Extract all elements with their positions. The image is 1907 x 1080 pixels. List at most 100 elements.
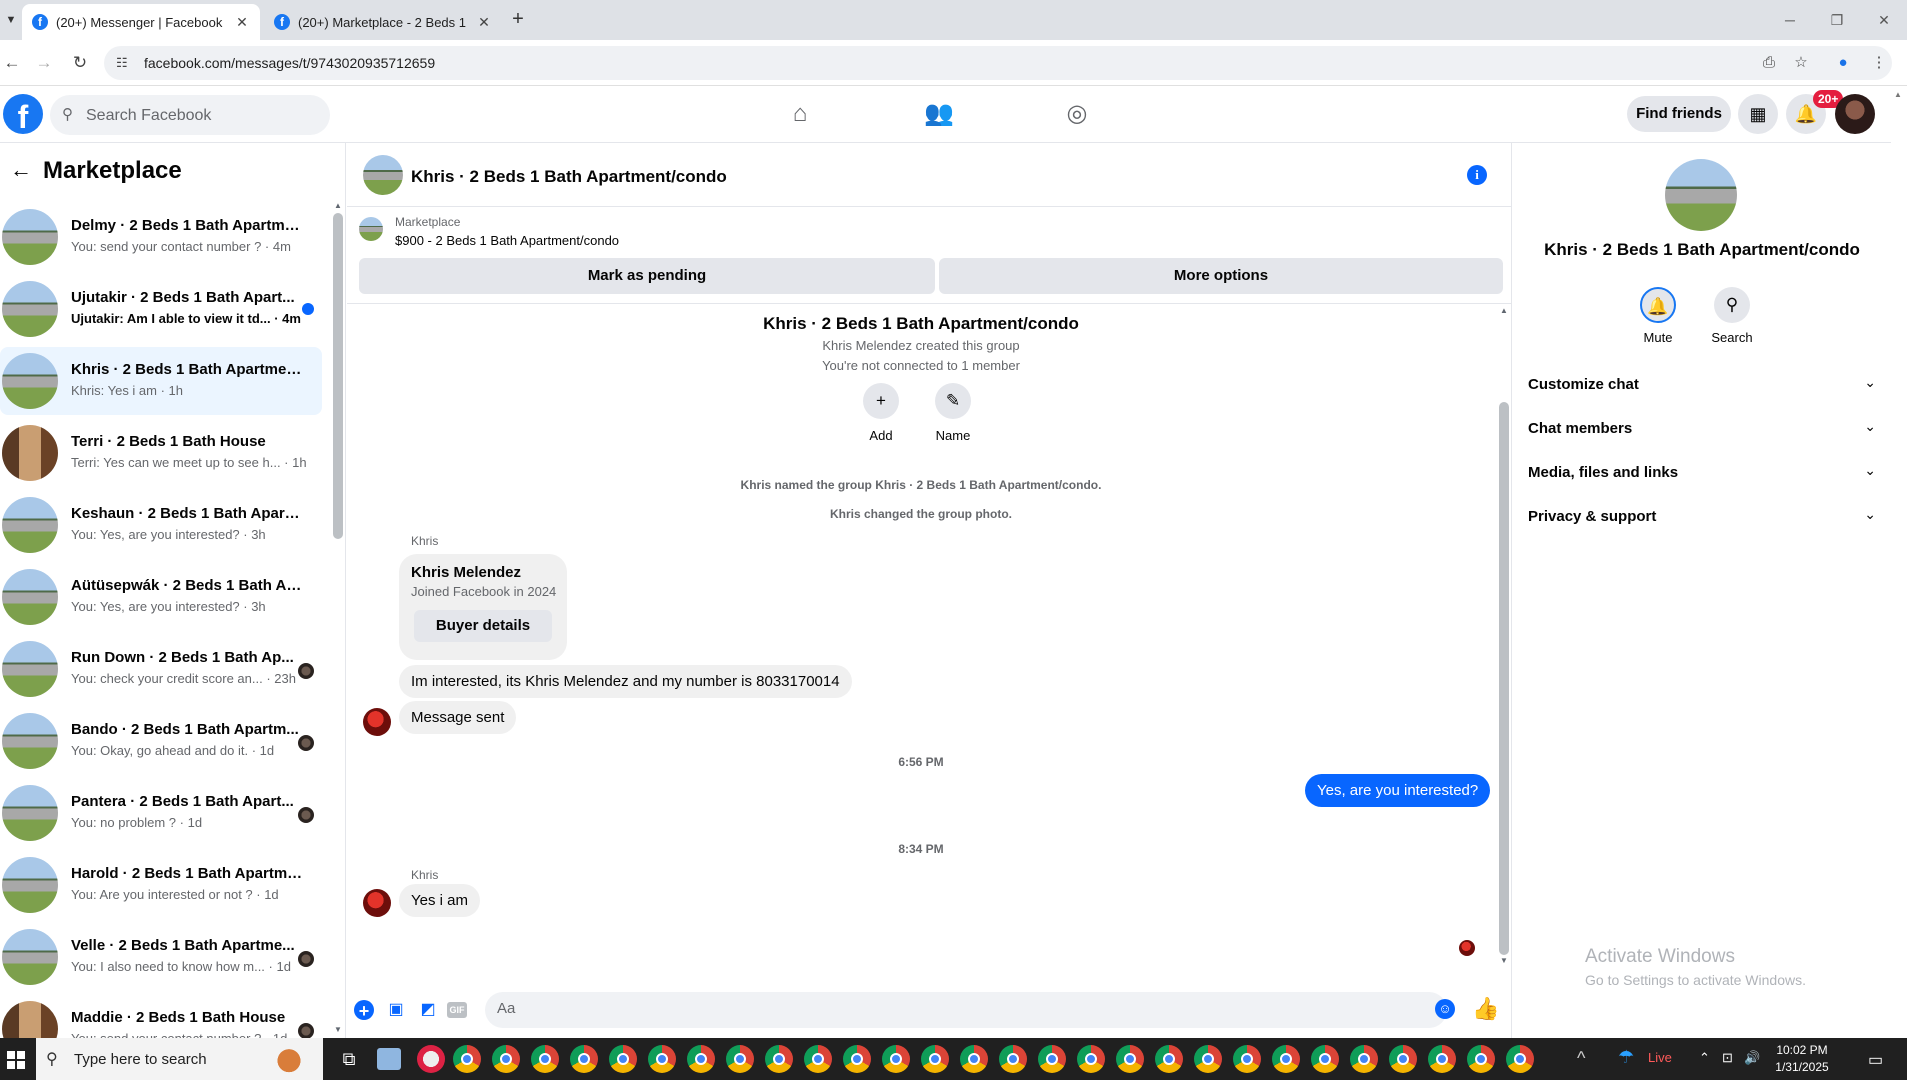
chrome-taskbar-icon[interactable]	[1506, 1045, 1534, 1073]
chrome-taskbar-icon[interactable]	[453, 1045, 481, 1073]
sender-avatar[interactable]	[363, 708, 391, 736]
notepad-icon[interactable]	[377, 1048, 401, 1070]
chat-title[interactable]: Khris · 2 Beds 1 Bath Apartment/condo	[411, 167, 727, 187]
profile-icon[interactable]: ●	[1832, 52, 1854, 74]
menu-grid-icon[interactable]: ▦	[1738, 94, 1778, 134]
conversation-item[interactable]: Khris · 2 Beds 1 Bath Apartment... Khris:…	[0, 347, 322, 415]
my-message-bubble[interactable]: Yes, are you interested?	[1305, 774, 1491, 807]
windows-start-icon[interactable]	[0, 1038, 36, 1080]
scroll-up-icon[interactable]: ▲	[1497, 306, 1511, 315]
chrome-taskbar-icon[interactable]	[960, 1045, 988, 1073]
scroll-up-icon[interactable]: ▲	[332, 201, 344, 210]
chat-avatar[interactable]	[363, 155, 403, 195]
close-tab-icon[interactable]: ✕	[234, 14, 250, 31]
plus-icon[interactable]: +	[354, 1000, 374, 1021]
message-input[interactable]	[497, 1000, 1397, 1017]
chrome-taskbar-icon[interactable]	[1389, 1045, 1417, 1073]
details-avatar[interactable]	[1665, 159, 1737, 231]
taskbar-search[interactable]: ⚲ Type here to search	[36, 1038, 323, 1080]
task-view-icon[interactable]: ⧉	[335, 1045, 363, 1073]
sender-avatar[interactable]	[363, 889, 391, 917]
conversation-item[interactable]: Ujutakir · 2 Beds 1 Bath Apart... Ujutaki…	[0, 275, 322, 343]
thread-scrollbar[interactable]: ▲ ▼	[1497, 304, 1511, 969]
find-friends-button[interactable]: Find friends	[1627, 96, 1731, 132]
kebab-menu-icon[interactable]: ⋮	[1868, 52, 1890, 74]
emoji-icon[interactable]: ☺	[1435, 999, 1455, 1019]
chrome-taskbar-icon[interactable]	[882, 1045, 910, 1073]
chrome-taskbar-icon[interactable]	[1038, 1045, 1066, 1073]
chrome-taskbar-icon[interactable]	[804, 1045, 832, 1073]
conversation-item[interactable]: Delmy · 2 Beds 1 Bath Apartmen... You: se…	[0, 203, 322, 271]
conversation-item[interactable]: Run Down · 2 Beds 1 Bath Ap... You: check…	[0, 635, 322, 703]
conversation-item[interactable]: Maddie · 2 Beds 1 Bath House You: send yo…	[0, 995, 322, 1038]
scroll-up-icon[interactable]: ▲	[1894, 90, 1902, 99]
chrome-taskbar-icon[interactable]	[999, 1045, 1027, 1073]
taskbar-search-placeholder[interactable]: Type here to search	[74, 1051, 207, 1068]
chrome-taskbar-icon[interactable]	[843, 1045, 871, 1073]
home-icon[interactable]: ⌂	[784, 98, 816, 130]
listing-banner[interactable]: Marketplace $900 - 2 Beds 1 Bath Apartme…	[347, 207, 1511, 251]
reload-icon[interactable]: ↻	[68, 51, 92, 75]
buyer-details-button[interactable]: Buyer details	[414, 610, 552, 642]
add-person-icon[interactable]: +	[863, 383, 899, 419]
url-text[interactable]: facebook.com/messages/t/9743020935712659	[144, 55, 435, 71]
message-bubble[interactable]: Im interested, its Khris Melendez and my…	[399, 665, 852, 698]
message-input-field[interactable]	[485, 992, 1447, 1028]
scroll-down-icon[interactable]: ▼	[1497, 956, 1511, 965]
chrome-taskbar-icon[interactable]	[1428, 1045, 1456, 1073]
sticker-icon[interactable]: ◩	[416, 998, 440, 1022]
page-scrollbar[interactable]: ▲	[1891, 86, 1907, 1038]
thumbs-up-icon[interactable]: 👍	[1472, 996, 1499, 1022]
search-icon[interactable]: ⚲	[1714, 287, 1750, 323]
chrome-taskbar-icon[interactable]	[1311, 1045, 1339, 1073]
chrome-taskbar-icon[interactable]	[492, 1045, 520, 1073]
address-bar[interactable]: ☷ facebook.com/messages/t/97430209357126…	[104, 46, 1892, 80]
chrome-taskbar-icon[interactable]	[1350, 1045, 1378, 1073]
bookmark-star-icon[interactable]: ☆	[1790, 52, 1812, 74]
chrome-taskbar-icon[interactable]	[1467, 1045, 1495, 1073]
conversation-item[interactable]: Pantera · 2 Beds 1 Bath Apart... You: no …	[0, 779, 322, 847]
bell-icon[interactable]: 🔔	[1640, 287, 1676, 323]
chrome-taskbar-icon[interactable]	[1116, 1045, 1144, 1073]
notification-center-icon[interactable]: ▭	[1868, 1050, 1883, 1070]
chrome-taskbar-icon[interactable]	[531, 1045, 559, 1073]
chrome-taskbar-icon[interactable]	[765, 1045, 793, 1073]
tab-messenger[interactable]: f (20+) Messenger | Facebook ✕	[22, 4, 260, 40]
chrome-taskbar-icon[interactable]	[570, 1045, 598, 1073]
conversation-item[interactable]: Velle · 2 Beds 1 Bath Apartme... You: I a…	[0, 923, 322, 991]
search-placeholder[interactable]: Search Facebook	[86, 107, 211, 125]
chrome-taskbar-icon[interactable]	[648, 1045, 676, 1073]
chrome-taskbar-icon[interactable]	[687, 1045, 715, 1073]
conversation-item[interactable]: Keshaun · 2 Beds 1 Bath Apartm... You: Ye…	[0, 491, 322, 559]
minimize-icon[interactable]: ─	[1767, 8, 1813, 32]
chrome-taskbar-icon[interactable]	[726, 1045, 754, 1073]
close-window-icon[interactable]: ✕	[1861, 8, 1907, 32]
photo-icon[interactable]: ▣	[384, 998, 408, 1022]
message-bubble[interactable]: Message sent	[399, 701, 517, 734]
chrome-taskbar-icon[interactable]	[921, 1045, 949, 1073]
taskbar-scroll-up-icon[interactable]: ^	[1577, 1048, 1585, 1069]
groups-icon[interactable]: ◎	[1061, 98, 1093, 130]
install-app-icon[interactable]: ⎙	[1758, 52, 1780, 74]
sidebar-scrollbar[interactable]: ▲ ▼	[332, 199, 344, 1038]
restore-icon[interactable]: ❐	[1814, 8, 1860, 32]
scrollbar-thumb[interactable]	[333, 213, 343, 539]
conversation-item[interactable]: Aütüsepwák · 2 Beds 1 Bath Apa... You: Ye…	[0, 563, 322, 631]
facebook-search[interactable]: ⚲ Search Facebook	[50, 95, 330, 135]
message-bubble[interactable]: Yes i am	[399, 884, 480, 917]
chrome-taskbar-icon[interactable]	[609, 1045, 637, 1073]
tray-chevron-icon[interactable]: ⌃	[1699, 1050, 1710, 1066]
conversation-item[interactable]: Bando · 2 Beds 1 Bath Apartm... You: Okay…	[0, 707, 322, 775]
chrome-taskbar-icon[interactable]	[1194, 1045, 1222, 1073]
scrollbar-thumb[interactable]	[1499, 402, 1509, 955]
facebook-logo-icon[interactable]: f	[3, 94, 43, 135]
chrome-taskbar-icon[interactable]	[1077, 1045, 1105, 1073]
pencil-icon[interactable]: ✎	[935, 383, 971, 419]
tab-search-chevron-icon[interactable]: ▼	[0, 8, 22, 32]
privacy-support-row[interactable]: Privacy & support ⌄	[1528, 498, 1884, 534]
back-arrow-icon[interactable]: ←	[0, 51, 24, 75]
scroll-down-icon[interactable]: ▼	[332, 1025, 344, 1034]
chrome-taskbar-icon[interactable]	[1233, 1045, 1261, 1073]
site-settings-icon[interactable]: ☷	[116, 55, 128, 71]
info-icon[interactable]: i	[1467, 165, 1487, 185]
